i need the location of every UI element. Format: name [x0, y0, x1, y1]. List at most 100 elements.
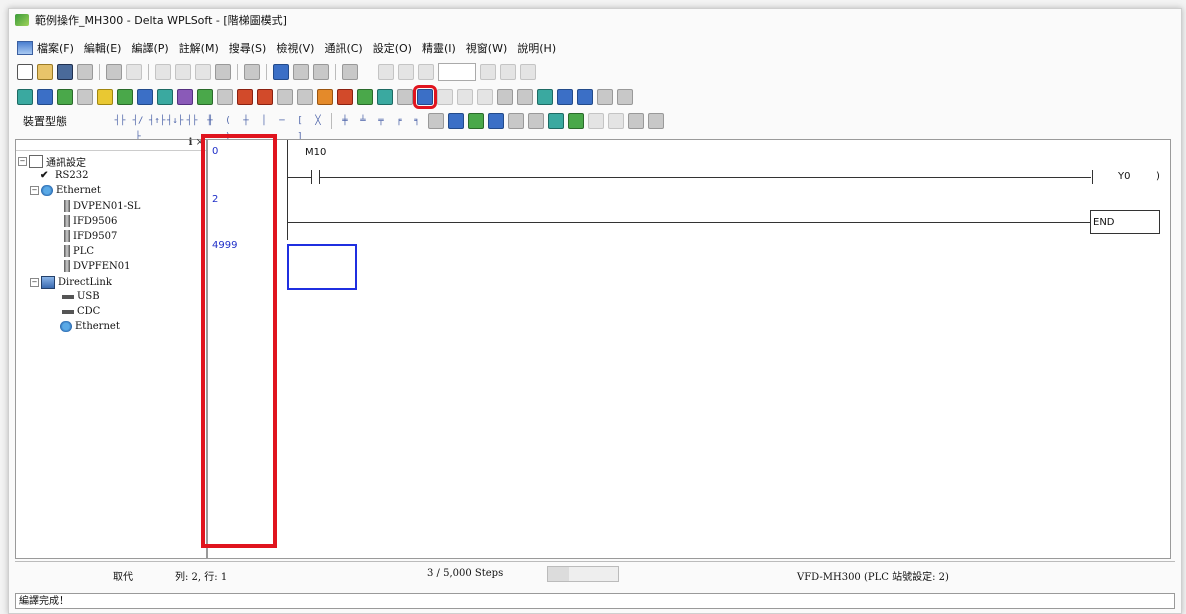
plc-icon[interactable]: [257, 89, 273, 105]
network-icon[interactable]: [597, 89, 613, 105]
menu-search[interactable]: 搜尋(S): [229, 40, 267, 56]
collapse-icon[interactable]: −: [30, 278, 39, 287]
collapse-icon[interactable]: −: [30, 186, 39, 195]
add-row-icon[interactable]: ╪: [338, 113, 352, 129]
menu-help[interactable]: 說明(H): [517, 40, 556, 56]
timing-icon[interactable]: [537, 89, 553, 105]
menu-wizard[interactable]: 精靈(I): [422, 40, 456, 56]
tree-node-plc[interactable]: PLC: [64, 245, 94, 257]
eraser-icon[interactable]: [215, 64, 231, 80]
open-contact-icon[interactable]: ┤├: [113, 113, 127, 129]
run-icon[interactable]: [418, 64, 434, 80]
offline-icon[interactable]: [500, 64, 516, 80]
format-icon[interactable]: [497, 89, 513, 105]
undo-icon[interactable]: [106, 64, 122, 80]
instruction-mode-icon[interactable]: [37, 89, 53, 105]
menu-window[interactable]: 視窗(W): [466, 40, 507, 56]
monitor-table-icon[interactable]: [517, 89, 533, 105]
stop-icon[interactable]: [398, 64, 414, 80]
menu-comment[interactable]: 註解(M): [179, 40, 219, 56]
ladder-editor[interactable]: 0 2 4999 M10 Y0 ) END: [207, 139, 1171, 559]
tool-icon[interactable]: [617, 89, 633, 105]
tree-node-ifd9507[interactable]: IFD9507: [64, 230, 117, 242]
falling-contact-icon[interactable]: ┤↓├: [167, 113, 183, 129]
open-file-icon[interactable]: [37, 64, 53, 80]
cut-icon[interactable]: [155, 64, 171, 80]
program-comment-icon[interactable]: [468, 113, 484, 129]
sfc-mode-icon[interactable]: [57, 89, 73, 105]
pen-icon[interactable]: [77, 89, 93, 105]
bar-icon[interactable]: [608, 113, 624, 129]
vertical-line-icon[interactable]: │: [257, 113, 271, 129]
status-icon[interactable]: [357, 89, 373, 105]
tree-node-usb[interactable]: USB: [62, 291, 100, 302]
device-comment-icon[interactable]: [448, 113, 464, 129]
edit-cursor[interactable]: [287, 244, 357, 290]
delete-row-icon[interactable]: ╤: [374, 113, 388, 129]
collapse-icon[interactable]: −: [18, 157, 27, 166]
memory-icon[interactable]: [217, 89, 233, 105]
parallel-contact-icon[interactable]: ╫: [203, 113, 217, 129]
chart-icon[interactable]: [157, 89, 173, 105]
menu-view[interactable]: 檢視(V): [276, 40, 314, 56]
grid-icon[interactable]: [277, 89, 293, 105]
save-icon[interactable]: [57, 64, 73, 80]
compile-icon[interactable]: [413, 85, 437, 109]
menu-edit[interactable]: 編輯(E): [84, 40, 122, 56]
horizontal-line-icon[interactable]: ─: [275, 113, 289, 129]
comment-icon[interactable]: [97, 89, 113, 105]
end-instruction[interactable]: END: [1090, 210, 1160, 234]
compare-icon[interactable]: [457, 89, 473, 105]
block-icon[interactable]: [428, 113, 444, 129]
zoom-out-icon[interactable]: [313, 64, 329, 80]
ladder-mode-icon[interactable]: [17, 89, 33, 105]
refresh-icon[interactable]: [520, 64, 536, 80]
menu-compile[interactable]: 編譯(P): [131, 40, 168, 56]
help-icon[interactable]: [342, 64, 358, 80]
tree-node-cdc[interactable]: CDC: [62, 306, 100, 317]
copy-row-icon[interactable]: ╒: [392, 113, 406, 129]
tree-node-dvpen01-sl[interactable]: DVPEN01-SL: [64, 200, 140, 212]
verify-icon[interactable]: [477, 89, 493, 105]
run-plc-icon[interactable]: [317, 89, 333, 105]
search-device-icon[interactable]: [557, 89, 573, 105]
tree-node-dvpfen01[interactable]: DVPFEN01: [64, 260, 131, 272]
menu-settings[interactable]: 設定(O): [373, 40, 412, 56]
device-list-icon[interactable]: [117, 89, 133, 105]
write-icon[interactable]: [397, 89, 413, 105]
delete-line-icon[interactable]: ╳: [311, 113, 325, 129]
table-icon[interactable]: [137, 89, 153, 105]
inverse-icon[interactable]: ┼: [239, 113, 253, 129]
series-contact-icon[interactable]: ┤├: [185, 113, 199, 129]
connection-icon[interactable]: [377, 89, 393, 105]
paste-row-icon[interactable]: ╕: [410, 113, 424, 129]
rising-contact-icon[interactable]: ┤↑├: [149, 113, 165, 129]
matrix-icon[interactable]: [648, 113, 664, 129]
undo-arrow-icon[interactable]: [244, 64, 260, 80]
tree-node-ifd9506[interactable]: IFD9506: [64, 215, 117, 227]
copy-icon[interactable]: [175, 64, 191, 80]
online-icon[interactable]: [480, 64, 496, 80]
tree-icon[interactable]: [197, 89, 213, 105]
closed-contact-icon[interactable]: ┤/├: [131, 113, 145, 142]
wand-icon[interactable]: [177, 89, 193, 105]
redo-icon[interactable]: [126, 64, 142, 80]
alarm-icon[interactable]: [237, 89, 253, 105]
read-icon[interactable]: [437, 89, 453, 105]
tree-node-dl-ethernet[interactable]: Ethernet: [60, 321, 120, 332]
coil-output-icon[interactable]: ( ): [221, 113, 235, 142]
diamond-icon[interactable]: [528, 113, 544, 129]
tree-node-root[interactable]: − 通訊設定: [18, 154, 86, 169]
tree-node-directlink[interactable]: − DirectLink: [30, 276, 112, 289]
register-icon[interactable]: [297, 89, 313, 105]
step-spinner[interactable]: [438, 63, 476, 81]
application-instruction-icon[interactable]: [ ]: [293, 113, 307, 142]
replace-icon[interactable]: [577, 89, 593, 105]
message-icon[interactable]: [568, 113, 584, 129]
menu-file[interactable]: 檔案(F): [37, 40, 74, 56]
arrow-icon[interactable]: [588, 113, 604, 129]
insert-row-icon[interactable]: ╧: [356, 113, 370, 129]
list-icon[interactable]: [628, 113, 644, 129]
paste-icon[interactable]: [195, 64, 211, 80]
menu-communication[interactable]: 通訊(C): [324, 40, 362, 56]
